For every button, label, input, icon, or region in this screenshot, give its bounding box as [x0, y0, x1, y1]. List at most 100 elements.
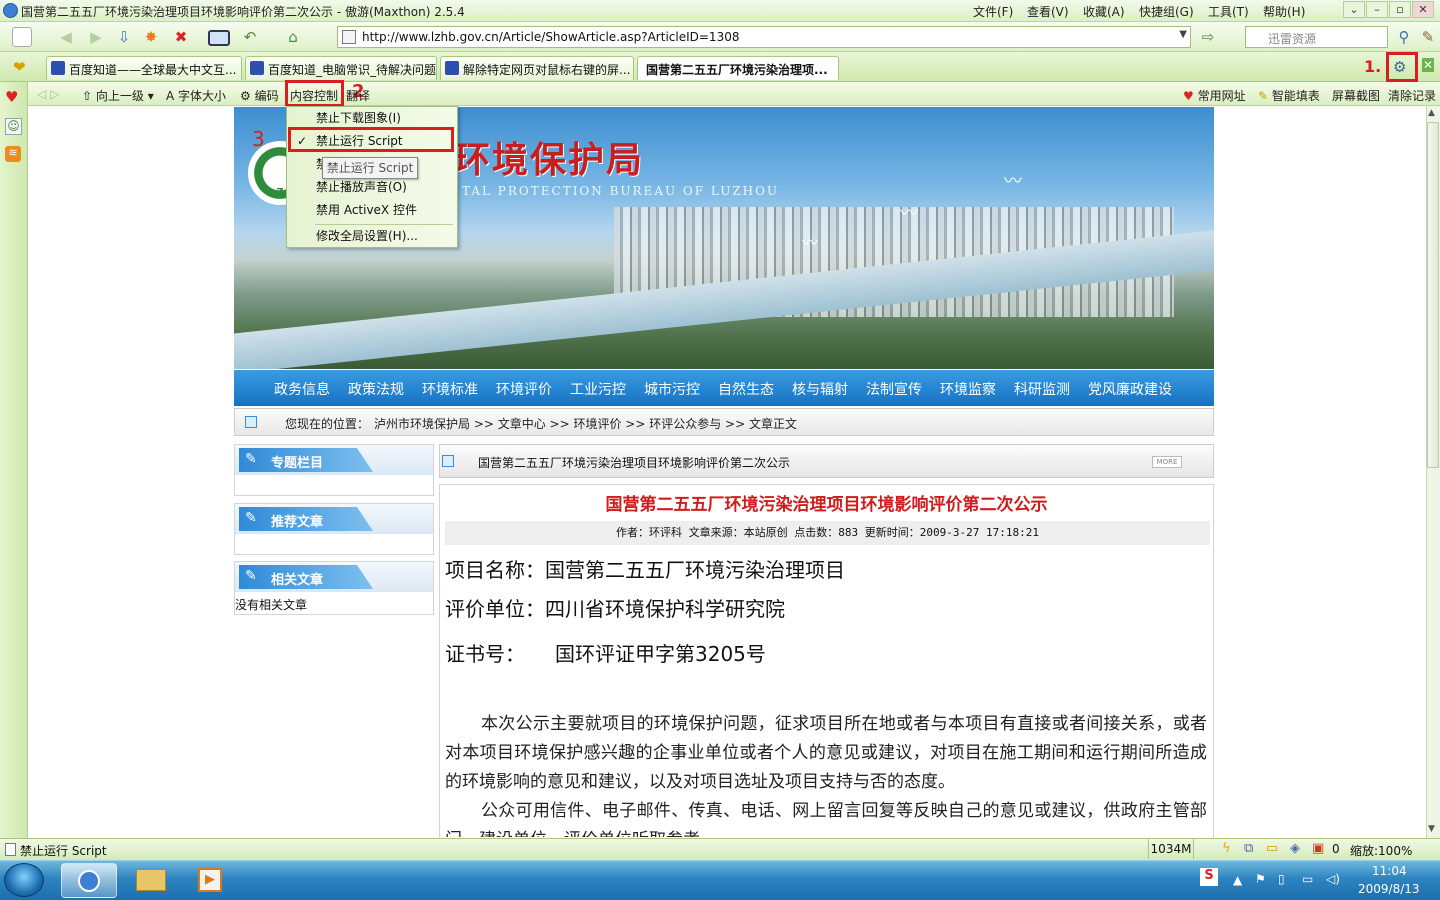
window-icon[interactable]: ⧉	[1244, 841, 1253, 856]
undo-close-icon[interactable]: ↶	[240, 27, 260, 47]
menu-item-block-activex[interactable]: 禁用 ActiveX 控件	[287, 199, 457, 221]
network-icon[interactable]: ▭	[1302, 872, 1313, 886]
taskbar-media[interactable]: ▶	[182, 863, 238, 898]
user-icon[interactable]: ☺	[5, 118, 22, 135]
go-icon[interactable]: ⇨	[1198, 27, 1218, 47]
evaluator-value: 四川省环境保护科学研究院	[545, 597, 785, 621]
menu-item-block-sound[interactable]: 禁止播放声音(O)	[287, 176, 457, 198]
tab-unblock[interactable]: 解除特定网页对鼠标右键的屏...	[440, 56, 634, 80]
tray-s-icon[interactable]: S	[1200, 868, 1218, 886]
scrollbar-thumb[interactable]	[1427, 122, 1439, 468]
lightning-icon[interactable]: ϟ	[1222, 841, 1231, 856]
menu-help[interactable]: 帮助(H)	[1263, 3, 1305, 20]
scroll-down-icon[interactable]: ▼	[1428, 824, 1435, 834]
scroll-up-icon[interactable]: ▲	[1428, 108, 1435, 118]
font-size-button[interactable]: A 字体大小	[166, 87, 226, 104]
status-text: 禁止运行 Script	[20, 844, 107, 858]
maximize-button[interactable]: ▫	[1389, 1, 1411, 18]
screen-icon[interactable]	[208, 30, 230, 46]
minimize-button[interactable]: –	[1366, 1, 1388, 18]
zoom-level[interactable]: 缩放:100%	[1350, 842, 1412, 859]
volume-icon[interactable]: ◁)	[1326, 872, 1340, 886]
stop-icon[interactable]: ✖	[171, 27, 191, 47]
clear-history-button[interactable]: 清除记录	[1388, 87, 1436, 104]
home-icon[interactable]: ⌂	[283, 27, 303, 47]
rss-icon[interactable]: ≋	[5, 146, 21, 162]
site-nav-item[interactable]: 自然生态	[718, 379, 774, 399]
site-nav-item[interactable]: 环境评价	[496, 379, 552, 399]
site-nav-item[interactable]: 核与辐射	[792, 379, 848, 399]
menu-view[interactable]: 查看(V)	[1027, 3, 1069, 20]
chevron-down-icon[interactable]: ▼	[1179, 29, 1187, 40]
taskbar-explorer[interactable]	[122, 863, 178, 898]
address-url[interactable]: http://www.lzhb.gov.cn/Article/ShowArtic…	[362, 30, 739, 44]
site-nav-item[interactable]: 法制宣传	[866, 379, 922, 399]
menu-tools[interactable]: 工具(T)	[1208, 3, 1249, 20]
site-nav-item[interactable]: 科研监测	[1014, 379, 1070, 399]
popup-icon[interactable]: ▣	[1312, 841, 1324, 856]
forward-icon[interactable]: ▶	[86, 27, 106, 47]
project-name-label: 项目名称：	[445, 558, 545, 582]
download-icon[interactable]: ⇩	[114, 27, 134, 47]
flag-icon[interactable]: ⚑	[1255, 872, 1266, 886]
memory-usage[interactable]: 1034M	[1148, 839, 1194, 859]
common-sites-button[interactable]: ♥ 常用网址	[1183, 87, 1246, 104]
site-nav-item[interactable]: 环境标准	[422, 379, 478, 399]
favorites-heart-icon[interactable]: ❤	[13, 58, 26, 76]
box-header: ✎ 推荐文章	[235, 504, 433, 534]
article-bar-title: 国营第二五五厂环境污染治理项目环境影响评价第二次公示	[478, 456, 791, 470]
screenshot-button[interactable]: 屏幕截图	[1332, 87, 1380, 104]
refresh-icon[interactable]: ✸	[141, 27, 161, 47]
encoding-button[interactable]: ⚙ 编码	[240, 87, 279, 104]
close-button[interactable]: ✕	[1412, 1, 1434, 18]
up-level-button[interactable]: ⇧ 向上一级 ▾	[82, 87, 154, 104]
chevron-down-icon[interactable]: ⌄	[1343, 1, 1365, 18]
bureau-english: TAL PROTECTION BUREAU OF LUZHOU	[462, 184, 780, 198]
pen-icon[interactable]: ✎	[1418, 27, 1438, 47]
tab-active[interactable]: 国营第二五五厂环境污染治理项...	[637, 56, 839, 80]
menu-groups[interactable]: 快捷组(G)	[1139, 3, 1194, 20]
folder-icon[interactable]: ▭	[1266, 841, 1278, 856]
search-icon[interactable]: ⚲	[1394, 27, 1414, 47]
menu-file[interactable]: 文件(F)	[973, 3, 1013, 20]
project-name-value: 国营第二五五厂环境污染治理项目	[545, 558, 845, 582]
new-tab-icon[interactable]	[12, 27, 32, 47]
nav-back-icon[interactable]: ◁ ▷	[37, 87, 59, 101]
tools-icon[interactable]: ⚙	[1393, 58, 1406, 76]
taskbar-maxthon[interactable]	[61, 863, 117, 898]
maxthon-icon	[78, 870, 100, 892]
clock-time[interactable]: 11:04	[1372, 864, 1407, 878]
favorites-icon[interactable]: ♥	[5, 88, 18, 106]
translate-button[interactable]: 翻译	[346, 87, 370, 104]
tab-baidu-pc[interactable]: 百度知道_电脑常识_待解决问题	[245, 56, 437, 80]
menu-item-global-settings[interactable]: 修改全局设置(H)...	[287, 225, 457, 247]
tray-expand-icon[interactable]: ▲	[1233, 873, 1242, 887]
box-special-topics: ✎ 专题栏目	[234, 444, 434, 496]
clock-date[interactable]: 2009/8/13	[1358, 882, 1420, 896]
search-input[interactable]: 迅雷资源	[1245, 26, 1388, 48]
address-bar[interactable]: http://www.lzhb.gov.cn/Article/ShowArtic…	[337, 26, 1191, 48]
breadcrumb-path[interactable]: 泸州市环境保护局 >> 文章中心 >> 环境评价 >> 环评公众参与 >> 文章…	[374, 415, 797, 432]
annotation-box-2	[285, 80, 344, 107]
tab-baidu-zhidao[interactable]: 百度知道——全球最大中文互...	[46, 56, 242, 80]
auto-fill-button[interactable]: ✎ 智能填表	[1258, 87, 1320, 104]
site-nav-item[interactable]: 环境监察	[940, 379, 996, 399]
site-nav-item[interactable]: 党风廉政建设	[1088, 379, 1172, 399]
back-icon[interactable]: ◀	[56, 27, 76, 47]
layers-icon[interactable]: ◈	[1290, 841, 1300, 856]
breadcrumb: 您现在的位置： 泸州市环境保护局 >> 文章中心 >> 环境评价 >> 环评公众…	[234, 408, 1214, 436]
site-nav-item[interactable]: 政策法规	[348, 379, 404, 399]
device-icon[interactable]: ▯	[1278, 872, 1285, 886]
popup-count: 0	[1332, 842, 1340, 856]
start-button[interactable]	[4, 863, 44, 897]
site-nav-item[interactable]: 政务信息	[274, 379, 330, 399]
site-nav-item[interactable]: 工业污控	[570, 379, 626, 399]
site-nav-item[interactable]: 城市污控	[644, 379, 700, 399]
menu-favorites[interactable]: 收藏(A)	[1083, 3, 1125, 20]
menu-item-block-images[interactable]: 禁止下载图象(I)	[287, 107, 457, 129]
up-label: 向上一级	[95, 89, 144, 103]
close-tab-icon[interactable]: ✕	[1422, 58, 1434, 72]
more-button[interactable]: MORE	[1152, 456, 1182, 468]
tooltip: 禁止运行 Script	[322, 157, 418, 179]
tab-label: 国营第二五五厂环境污染治理项...	[646, 63, 828, 77]
